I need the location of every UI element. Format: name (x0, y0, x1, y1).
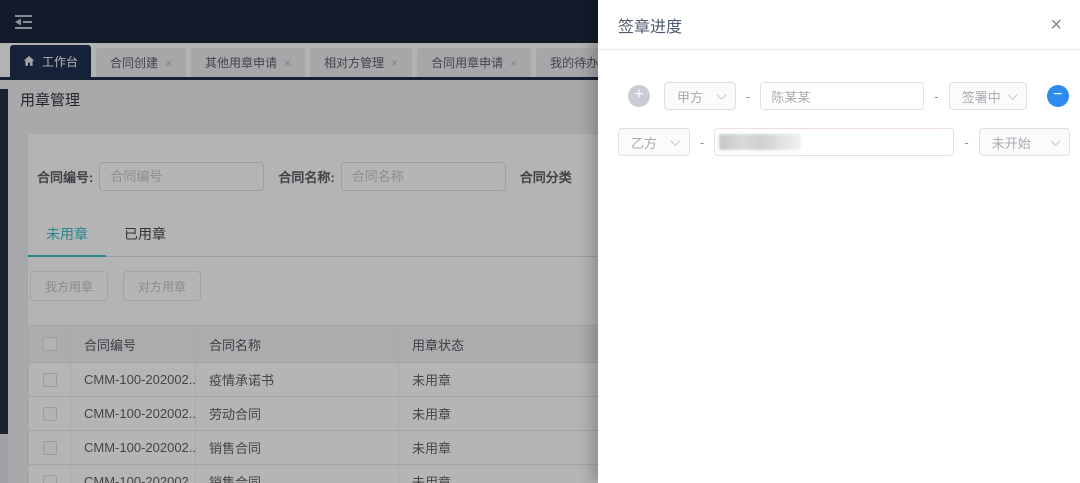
close-icon[interactable]: × (1050, 15, 1062, 35)
party-select-value: 甲方 (677, 87, 703, 106)
drawer-header: 签章进度 × (598, 0, 1080, 50)
separator: - (964, 135, 968, 150)
remove-row-button[interactable]: − (1047, 85, 1069, 107)
separator: - (700, 135, 704, 150)
sign-status-value: 未开始 (992, 133, 1031, 152)
redacted-text-blur (719, 134, 801, 150)
drawer-body: + 甲方 - - 签署中 − 乙方 - (598, 50, 1080, 156)
drawer-title: 签章进度 (618, 13, 682, 37)
signer-name-input-redacted[interactable] (714, 128, 954, 156)
signature-progress-drawer: 签章进度 × + 甲方 - - 签署中 − (598, 0, 1080, 483)
sign-progress-row-party-b: 乙方 - - 未开始 (618, 128, 1060, 156)
sign-progress-row-party-a: + 甲方 - - 签署中 − (618, 82, 1060, 110)
separator: - (934, 89, 938, 104)
chevron-down-icon (1007, 90, 1017, 100)
party-select-value: 乙方 (631, 133, 657, 152)
sign-status-value: 签署中 (962, 87, 1001, 106)
party-select[interactable]: 乙方 (618, 128, 690, 156)
chevron-down-icon (1050, 136, 1060, 146)
separator: - (746, 89, 750, 104)
drawer-mask[interactable] (0, 0, 598, 483)
sign-status-select[interactable]: 签署中 (949, 82, 1027, 110)
party-select[interactable]: 甲方 (664, 82, 736, 110)
chevron-down-icon (671, 136, 681, 146)
add-row-button[interactable]: + (628, 85, 650, 107)
chevron-down-icon (717, 90, 727, 100)
sign-status-select[interactable]: 未开始 (979, 128, 1070, 156)
app-window: 工作台 合同创建 × 其他用章申请 × 相对方管理 × 合同用章申请 × 我的待… (0, 0, 1080, 483)
signer-name-input[interactable] (760, 82, 924, 110)
